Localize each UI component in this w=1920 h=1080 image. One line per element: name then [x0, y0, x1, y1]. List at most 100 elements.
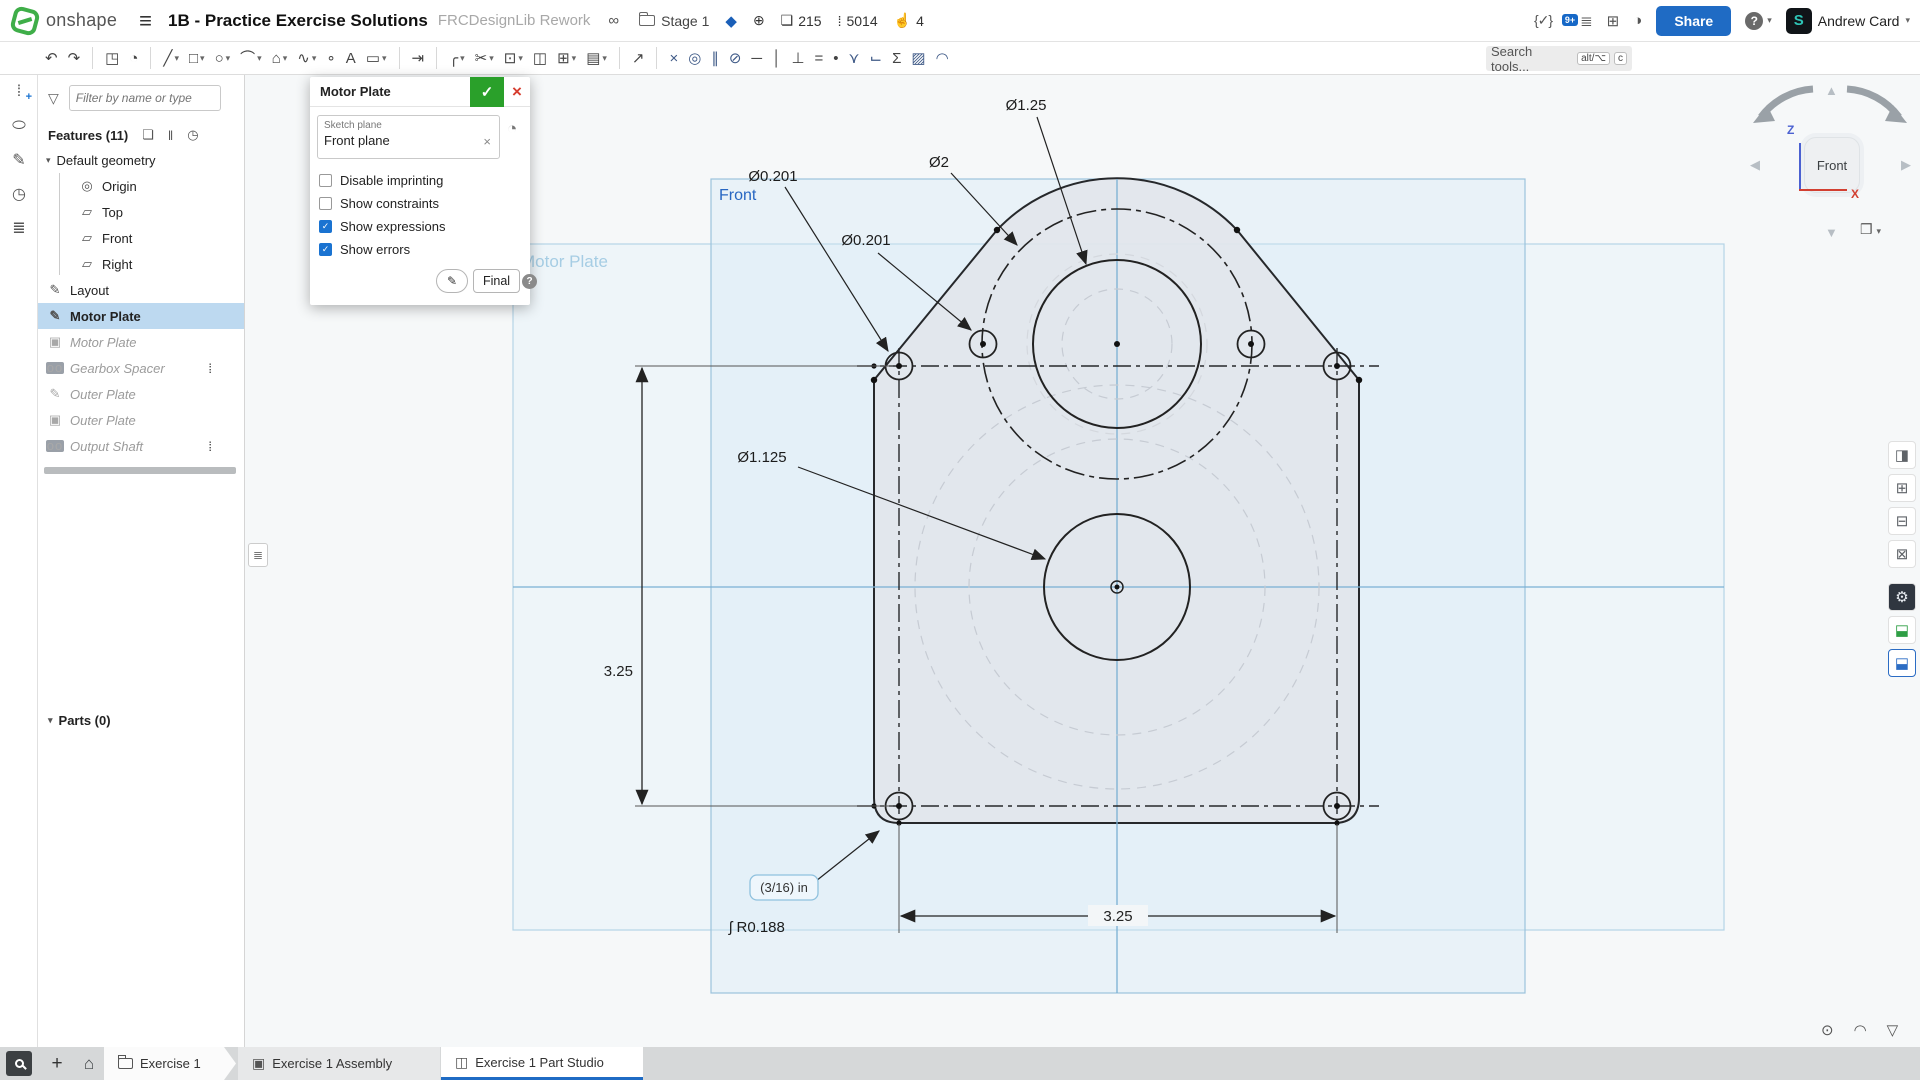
- feature-menu-icon[interactable]: ⁞: [208, 439, 212, 454]
- feature-item-outer-plate[interactable]: ✎Outer Plate: [38, 381, 244, 407]
- checkbox-disable-imprinting[interactable]: Disable imprinting: [319, 169, 446, 192]
- revolve-icon[interactable]: ◔: [125, 44, 142, 72]
- robot-part-icon[interactable]: ⚙: [1888, 583, 1916, 611]
- chevron-down-icon[interactable]: ▾: [46, 155, 51, 166]
- dimension-tool-icon[interactable]: ↗: [628, 44, 649, 72]
- accept-button[interactable]: ✓: [470, 77, 504, 107]
- clear-selection-icon[interactable]: ×: [483, 134, 491, 149]
- arc-tool-icon[interactable]: ⌒▾: [236, 44, 266, 72]
- new-tab-button[interactable]: +: [42, 1047, 72, 1080]
- checkbox-show-errors[interactable]: ✓Show errors: [319, 238, 446, 261]
- unchecked-box-icon[interactable]: [319, 174, 332, 187]
- midpoint-constraint-icon[interactable]: •: [829, 44, 842, 72]
- slot-tool-icon[interactable]: ▭▾: [362, 44, 391, 72]
- feature-item-origin[interactable]: ◎Origin: [38, 173, 244, 199]
- breadcrumb[interactable]: Stage 1: [661, 13, 709, 29]
- cancel-button[interactable]: ×: [504, 77, 530, 107]
- likes-stat[interactable]: ☝4: [894, 12, 924, 29]
- green-doc-icon[interactable]: ⬓: [1888, 616, 1916, 644]
- rotate-down-arrow[interactable]: ▼: [1825, 225, 1838, 240]
- fillet-tool-icon[interactable]: ╭▾: [445, 44, 469, 72]
- copies-stat[interactable]: ❏215: [781, 12, 822, 29]
- selection-filter-icon[interactable]: ◔: [507, 119, 517, 139]
- public-badge[interactable]: ⊕: [753, 12, 765, 29]
- follow-list-icon[interactable]: ≣: [0, 211, 38, 245]
- show-dimensions-icon[interactable]: ⊠: [1888, 540, 1916, 568]
- checked-box-icon[interactable]: ✓: [319, 243, 332, 256]
- featurescript-icon[interactable]: {✓}: [1534, 12, 1552, 29]
- dialog-help-icon[interactable]: ?: [522, 274, 537, 289]
- link-icon[interactable]: ∞: [608, 12, 619, 29]
- measure-icon[interactable]: ⊙: [1821, 1021, 1834, 1039]
- horizontal-constraint-icon[interactable]: ─: [747, 44, 766, 72]
- import-dxf-icon[interactable]: ▤▾: [582, 44, 611, 72]
- checked-box-icon[interactable]: ✓: [319, 220, 332, 233]
- feature-item-motor-plate[interactable]: ✎Motor Plate: [38, 303, 244, 329]
- suppress-icon[interactable]: ‖: [168, 128, 173, 143]
- panel-resize-handle[interactable]: ≣: [248, 543, 268, 567]
- versions-stat[interactable]: ⁞5014: [838, 13, 878, 29]
- user-menu[interactable]: S Andrew Card ▾: [1786, 8, 1910, 34]
- fix-constraint-icon[interactable]: ▨: [907, 44, 929, 72]
- symmetric-constraint-icon[interactable]: ⋎: [845, 44, 864, 72]
- feature-item-motor-plate[interactable]: ▣Motor Plate: [38, 329, 244, 355]
- redo-icon[interactable]: ↷: [64, 44, 85, 72]
- sketch-icon[interactable]: ◳: [101, 44, 123, 72]
- view-options-button[interactable]: ❒ ▾: [1860, 221, 1881, 238]
- curvature-comb-icon[interactable]: ◠: [932, 44, 953, 72]
- show-planes-icon[interactable]: ⊟: [1888, 507, 1916, 535]
- learning-center-icon[interactable]: ◑: [1633, 12, 1642, 29]
- edit-sketch-icon-button[interactable]: ✎: [436, 269, 468, 293]
- release-notes-icon[interactable]: ≣: [1580, 12, 1593, 30]
- rectangle-tool-icon[interactable]: □▾: [185, 44, 209, 72]
- search-tools-box[interactable]: Search tools... alt/⌥ c: [1486, 46, 1632, 71]
- history-clock-icon[interactable]: ◷: [187, 127, 198, 143]
- rotate-left-arrow[interactable]: ◀: [1750, 157, 1760, 173]
- width-dimension-label[interactable]: 3.25: [1103, 908, 1132, 925]
- appearance-icon[interactable]: ◨: [1888, 441, 1916, 469]
- insert-folder-icon[interactable]: ❏: [142, 127, 154, 143]
- equation-icon[interactable]: Σ: [888, 44, 905, 72]
- normal-constraint-icon[interactable]: ⌙: [866, 44, 887, 72]
- feature-item-front[interactable]: ▱Front: [38, 225, 244, 251]
- help-menu[interactable]: ? ▾: [1745, 12, 1772, 30]
- pattern-tool-icon[interactable]: ⊞▾: [553, 44, 580, 72]
- tangent-constraint-icon[interactable]: ⊘: [725, 44, 746, 72]
- tab-exercise-1[interactable]: Exercise 1: [104, 1047, 236, 1080]
- history-icon[interactable]: ◷: [0, 177, 38, 211]
- insert-feature-icon[interactable]: ⁞+: [0, 75, 38, 109]
- rotate-right-arrow[interactable]: ▶: [1901, 157, 1911, 173]
- polygon-tool-icon[interactable]: ⌂▾: [268, 44, 292, 72]
- home-button[interactable]: ⌂: [74, 1047, 104, 1080]
- document-title[interactable]: 1B - Practice Exercise Solutions: [168, 11, 428, 31]
- notes-icon[interactable]: ✎: [0, 143, 38, 177]
- feature-item-default-geometry[interactable]: ▾Default geometry: [38, 147, 244, 173]
- perpendicular-constraint-icon[interactable]: ⊥: [787, 44, 808, 72]
- tab-exercise-1-part-studio[interactable]: ◫Exercise 1 Part Studio: [441, 1047, 643, 1080]
- offset-tool-icon[interactable]: ⊡▾: [500, 44, 527, 72]
- spline-tool-icon[interactable]: ∿▾: [293, 44, 320, 72]
- search-tabs-button[interactable]: [6, 1051, 32, 1076]
- sketch-plane-field[interactable]: Sketch plane Front plane ×: [317, 115, 500, 159]
- main-menu-icon[interactable]: ≡: [139, 8, 152, 34]
- comment-icon[interactable]: ⬭: [0, 109, 38, 143]
- show-sketches-icon[interactable]: ⊞: [1888, 474, 1916, 502]
- share-button[interactable]: Share: [1656, 6, 1731, 36]
- trim-tool-icon[interactable]: ✂▾: [471, 44, 498, 72]
- circle-tool-icon[interactable]: ○▾: [211, 44, 235, 72]
- rotate-up-arrow[interactable]: ▲: [1825, 83, 1838, 98]
- mirror-tool-icon[interactable]: ◫: [529, 44, 551, 72]
- equal-constraint-icon[interactable]: =: [811, 44, 828, 72]
- filter-input[interactable]: [69, 85, 221, 111]
- final-button[interactable]: Final: [473, 269, 520, 293]
- concentric-constraint-icon[interactable]: ◎: [684, 44, 705, 72]
- unchecked-box-icon[interactable]: [319, 197, 332, 210]
- feature-item-gearbox-spacer[interactable]: ooGearbox Spacer⁞: [38, 355, 244, 381]
- point-tool-icon[interactable]: ∘: [322, 44, 339, 72]
- feature-item-top[interactable]: ▱Top: [38, 199, 244, 225]
- line-tool-icon[interactable]: ╱▾: [159, 44, 183, 72]
- height-dimension-label[interactable]: 3.25: [604, 663, 633, 680]
- feature-item-layout[interactable]: ✎Layout: [38, 277, 244, 303]
- viewcube-front-face[interactable]: Front: [1804, 137, 1860, 193]
- checkbox-show-expressions[interactable]: ✓Show expressions: [319, 215, 446, 238]
